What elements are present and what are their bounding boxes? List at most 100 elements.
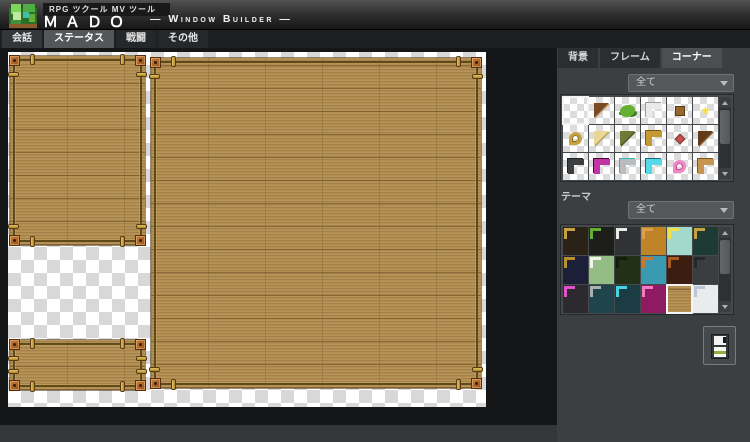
corner-red-ribbon[interactable] xyxy=(667,125,692,152)
part-tab-bar: 背景 フレーム コーナー xyxy=(558,48,722,68)
corner-none[interactable] xyxy=(563,97,588,124)
preview-canvas xyxy=(0,48,557,425)
theme-magenta-pink[interactable] xyxy=(641,285,666,313)
small-bottom-preview-window[interactable] xyxy=(10,340,145,390)
theme-filter-dropdown[interactable]: 全て xyxy=(628,201,734,219)
corner-cyan-bracket[interactable] xyxy=(641,153,666,180)
theme-grid-scrollbar[interactable] xyxy=(719,227,731,312)
scrollbar-thumb[interactable] xyxy=(720,110,730,144)
theme-dark-gold-corner-accent xyxy=(564,228,575,239)
theme-dark-magenta[interactable] xyxy=(563,285,588,313)
tab-corner[interactable]: コーナー xyxy=(662,48,722,68)
theme-gray-silver[interactable] xyxy=(615,227,640,255)
scrollbar-thumb[interactable] xyxy=(720,240,730,274)
theme-dark-magenta-corner-accent xyxy=(564,286,575,297)
window-frame-rod xyxy=(13,59,142,242)
corner-leather-brown[interactable] xyxy=(589,97,614,124)
theme-charcoal[interactable] xyxy=(693,256,718,284)
corner-silver-frame-icon xyxy=(646,103,662,118)
window-corner-ornament xyxy=(150,378,161,389)
scroll-up-button[interactable] xyxy=(719,97,731,108)
scroll-down-button[interactable] xyxy=(719,168,731,179)
chevron-down-icon xyxy=(720,81,728,86)
theme-mint-star-corner-accent xyxy=(668,228,679,239)
window-frame-peg xyxy=(171,56,176,67)
corner-charcoal-bracket[interactable] xyxy=(563,153,588,180)
theme-dark-cyan[interactable] xyxy=(615,285,640,313)
tab-other[interactable]: その他 xyxy=(158,30,208,48)
theme-gray-silver-corner-accent xyxy=(616,228,627,239)
corner-wooden-bracket[interactable] xyxy=(693,153,718,180)
corner-cream-triangle[interactable] xyxy=(589,125,614,152)
corner-pink-lace[interactable] xyxy=(667,153,692,180)
corner-parchment-square[interactable] xyxy=(667,97,692,124)
theme-mint-star[interactable] xyxy=(667,227,692,255)
theme-magenta-pink-corner-accent xyxy=(642,286,653,297)
window-frame-peg xyxy=(120,338,125,349)
tab-background[interactable]: 背景 xyxy=(558,48,598,68)
window-frame-peg xyxy=(120,381,125,392)
app-tagline: — Window Builder — xyxy=(150,13,292,25)
main-preview-window[interactable] xyxy=(151,58,481,388)
window-corner-ornament xyxy=(9,339,20,350)
window-frame-peg xyxy=(30,381,35,392)
window-corner-ornament xyxy=(135,55,146,66)
window-frame-peg xyxy=(120,54,125,65)
theme-sage[interactable] xyxy=(589,256,614,284)
theme-amber[interactable] xyxy=(641,227,666,255)
corner-filter-dropdown[interactable]: 全て xyxy=(628,74,734,92)
tall-left-preview-window[interactable] xyxy=(10,56,145,245)
theme-navy-gold[interactable] xyxy=(563,256,588,284)
window-frame-peg xyxy=(30,236,35,247)
window-corner-ornament xyxy=(135,339,146,350)
scroll-up-button[interactable] xyxy=(719,227,731,238)
theme-charcoal-corner-accent xyxy=(694,257,705,268)
tab-battle[interactable]: 戦闘 xyxy=(116,30,156,48)
theme-teal-steel-corner-accent xyxy=(590,286,601,297)
tab-status[interactable]: ステータス xyxy=(44,30,114,48)
window-frame-peg xyxy=(171,379,176,390)
app-header: RPG ツクール MV ツール ＭＡＤＯ — Window Builder — xyxy=(0,0,750,30)
theme-maroon-leather[interactable] xyxy=(667,256,692,284)
corner-grid-scrollbar[interactable] xyxy=(719,97,731,179)
arrow-up-icon xyxy=(722,231,728,235)
theme-wood[interactable] xyxy=(667,285,692,313)
corner-silver-frame[interactable] xyxy=(641,97,666,124)
scroll-down-button[interactable] xyxy=(719,301,731,312)
corner-cream-triangle-icon xyxy=(594,131,609,146)
corner-yellow-star[interactable]: ★ xyxy=(693,97,718,124)
window-frame-peg xyxy=(8,356,19,361)
tab-conversation[interactable]: 会話 xyxy=(2,30,42,48)
window-corner-ornament xyxy=(135,380,146,391)
corner-filter-value: 全て xyxy=(636,77,656,88)
save-button[interactable] xyxy=(703,326,736,365)
arrow-down-icon xyxy=(722,305,728,309)
corner-gold-ornate[interactable] xyxy=(563,125,588,152)
window-corner-ornament xyxy=(9,55,20,66)
corner-yellow-star-icon: ★ xyxy=(700,104,712,117)
corner-magenta-bracket[interactable] xyxy=(589,153,614,180)
theme-white-paper[interactable] xyxy=(693,285,718,313)
theme-amber-corner-accent xyxy=(642,228,653,239)
theme-teal-orange[interactable] xyxy=(641,256,666,284)
theme-dark-foliage[interactable] xyxy=(589,227,614,255)
window-corner-ornament xyxy=(135,235,146,246)
corner-olive-triangle[interactable] xyxy=(615,125,640,152)
tab-frame[interactable]: フレーム xyxy=(600,48,660,68)
corner-dark-leather-icon xyxy=(698,131,713,146)
corner-dark-leather[interactable] xyxy=(693,125,718,152)
window-frame-peg xyxy=(8,224,19,229)
corner-grid: ★ xyxy=(560,94,734,182)
window-frame-peg xyxy=(136,72,147,77)
theme-teal-steel[interactable] xyxy=(589,285,614,313)
theme-deepteal-gold[interactable] xyxy=(693,227,718,255)
corner-green-foliage[interactable] xyxy=(615,97,640,124)
corner-brass-bracket[interactable] xyxy=(641,125,666,152)
theme-dark-gold[interactable] xyxy=(563,227,588,255)
theme-maroon-leather-corner-accent xyxy=(668,257,679,268)
window-frame-rod xyxy=(154,61,478,385)
corner-red-ribbon-icon xyxy=(674,133,685,144)
theme-green-plaid[interactable] xyxy=(615,256,640,284)
corner-steel-bracket[interactable] xyxy=(615,153,640,180)
corner-charcoal-bracket-icon xyxy=(568,159,584,174)
